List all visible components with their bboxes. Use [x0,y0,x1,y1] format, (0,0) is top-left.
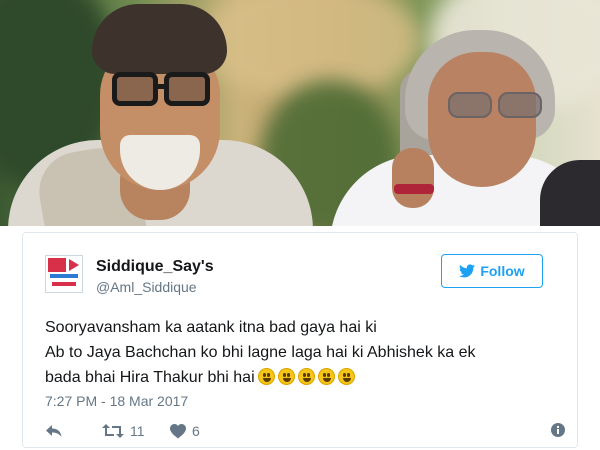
retweet-button[interactable]: 11 [102,423,145,439]
grinning-emoji-icon [317,368,335,385]
tweet-timestamp[interactable]: 7:27 PM - 18 Mar 2017 [45,393,188,409]
retweet-icon [102,423,124,439]
tweet-text-line: bada bhai Hira Thakur bhi hai [45,369,255,386]
grinning-emoji-icon [337,368,355,385]
tweet-text-line-with-emoji: bada bhai Hira Thakur bhi hai [45,365,565,390]
follow-label: Follow [480,263,525,279]
info-icon [551,423,565,437]
grinning-emoji-icon [257,368,275,385]
info-button[interactable] [551,423,565,437]
tweet-text-line: Ab to Jaya Bachchan ko bhi lagne laga ha… [45,344,476,361]
avatar[interactable] [45,255,83,293]
tweet-card: Siddique_Say's @Aml_Siddique Follow Soor… [22,232,578,448]
reply-button[interactable] [45,423,63,439]
like-button[interactable]: 6 [170,423,200,439]
follow-button[interactable]: Follow [441,254,543,288]
tweet-actions: 11 6 [45,423,565,443]
grinning-emoji-icon [277,368,295,385]
tweet-text: Sooryavansham ka aatank itna bad gaya ha… [45,315,565,390]
like-count: 6 [192,423,200,439]
user-handle[interactable]: @Aml_Siddique [96,279,197,295]
header-photo [0,0,600,226]
twitter-bird-icon [459,264,476,278]
reply-icon [45,423,63,439]
grinning-emoji-icon [297,368,315,385]
retweet-count: 11 [130,423,145,439]
tweet-text-line: Sooryavansham ka aatank itna bad gaya ha… [45,319,377,336]
display-name[interactable]: Siddique_Say's [96,258,214,276]
heart-icon [170,423,186,439]
